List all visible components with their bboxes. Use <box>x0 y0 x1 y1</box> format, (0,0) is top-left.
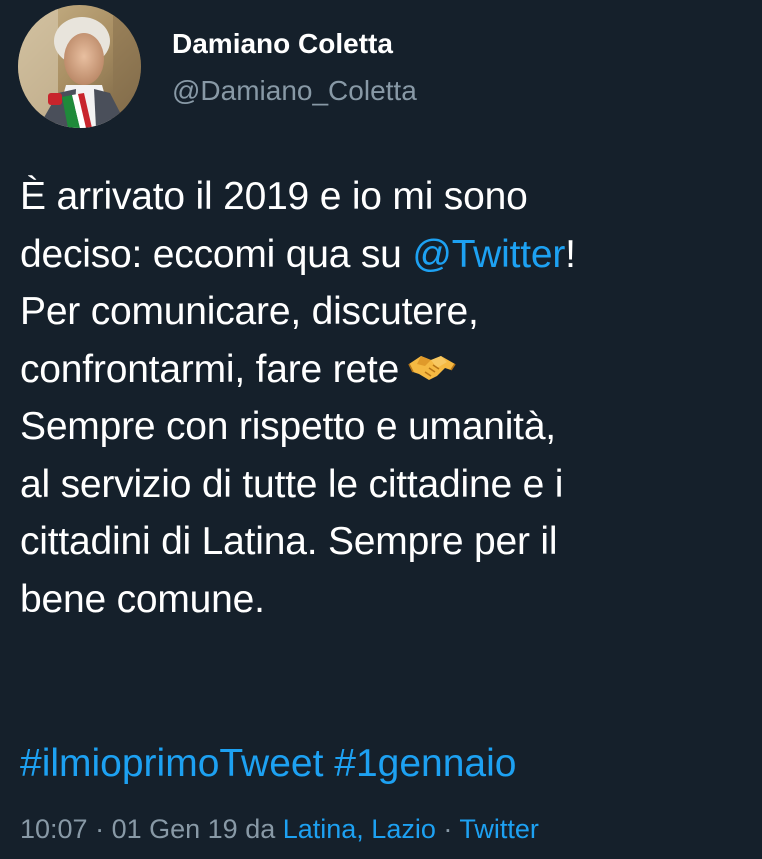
tweet-line: cittadini di Latina. Sempre per il <box>20 513 755 571</box>
mention-link[interactable]: @Twitter <box>412 233 565 276</box>
tweet-text-segment: bene comune. <box>20 577 265 621</box>
hashtag-link[interactable]: #1gennaio <box>334 742 516 785</box>
handshake-icon <box>407 345 457 381</box>
tweet-line: confrontarmi, fare rete <box>20 341 755 399</box>
tweet-text-segment: ! <box>565 232 576 276</box>
meta-separator: · <box>435 814 460 844</box>
location-link[interactable]: Latina, Lazio <box>283 814 436 844</box>
meta-separator: · <box>87 814 112 844</box>
avatar[interactable] <box>18 5 141 128</box>
tweet-text-segment: al servizio di tutte le cittadine e i <box>20 462 564 506</box>
tweet-meta: 10:07 · 01 Gen 19 da Latina, Lazio · Twi… <box>20 812 539 846</box>
tweet-card: Damiano Coletta @Damiano_Coletta È arriv… <box>0 0 762 859</box>
source-link[interactable]: Twitter <box>459 814 539 844</box>
hashtag-row: #ilmioprimoTweet #1gennaio <box>20 735 516 792</box>
tweet-time[interactable]: 10:07 <box>20 814 88 844</box>
author-handle[interactable]: @Damiano_Coletta <box>172 74 417 108</box>
author-display-name[interactable]: Damiano Coletta <box>172 27 393 61</box>
tweet-line: bene comune. <box>20 571 755 629</box>
tweet-line: Per comunicare, discutere, <box>20 283 755 341</box>
tweet-text-segment: È arrivato il 2019 e io mi sono <box>20 175 528 218</box>
hashtag-link[interactable]: #ilmioprimoTweet <box>20 742 323 785</box>
tweet-text-segment: Per comunicare, discutere, <box>20 290 479 333</box>
tweet-text-segment: confrontarmi, fare rete <box>20 347 400 391</box>
tweet-line: al servizio di tutte le cittadine e i <box>20 456 755 514</box>
tweet-text: È arrivato il 2019 e io mi sono deciso: … <box>20 168 755 628</box>
tweet-text-segment: deciso: eccomi qua su <box>20 232 413 276</box>
tweet-text-segment: Sempre con rispetto e umanità, <box>20 405 556 448</box>
tweet-text-segment: cittadini di Latina. Sempre per il <box>20 520 558 563</box>
meta-da: da <box>237 814 283 844</box>
tweet-line: deciso: eccomi qua su @Twitter! <box>20 226 755 284</box>
tweet-line: Sempre con rispetto e umanità, <box>20 398 755 456</box>
tweet-date[interactable]: 01 Gen 19 <box>112 814 238 844</box>
tweet-line: È arrivato il 2019 e io mi sono <box>20 168 755 226</box>
profile-photo-icon <box>18 5 141 128</box>
